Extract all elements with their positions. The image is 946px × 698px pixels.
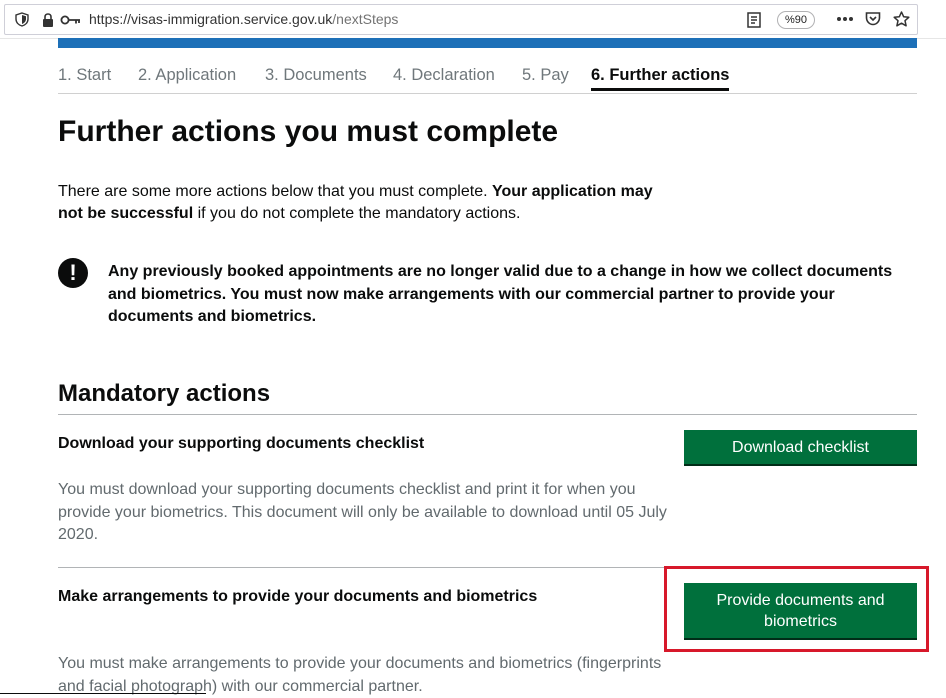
progress-steps: 1. Start 2. Application 3. Documents 4. … [58,64,917,94]
address-bar[interactable]: https://visas-immigration.service.gov.uk… [4,4,918,35]
mandatory-actions-heading: Mandatory actions [58,380,271,407]
pocket-icon[interactable] [862,4,884,33]
intro-text: There are some more actions below that y… [58,183,492,200]
reader-view-icon[interactable] [745,5,763,34]
url-text[interactable]: https://visas-immigration.service.gov.uk… [89,5,398,34]
url-domain: https://visas-immigration.service.gov.uk [89,11,333,27]
star-icon[interactable] [890,4,912,33]
shield-icon[interactable] [13,5,31,34]
url-path: /nextSteps [332,11,399,27]
biometrics-action-title: Make arrangements to provide your docume… [58,588,538,605]
step-documents[interactable]: 3. Documents [265,64,367,86]
warning-text: Any previously booked appointments are n… [108,263,893,325]
checklist-action-description: You must download your supporting docume… [58,481,667,543]
intro-text-end: if you do not complete the mandatory act… [193,205,521,222]
highlight-annotation-box [664,566,929,652]
page-title: Further actions you must complete [58,115,559,148]
more-icon[interactable] [834,4,856,33]
step-start[interactable]: 1. Start [58,64,111,86]
warning-icon: ! [58,258,88,288]
header-blue-band [58,38,917,48]
step-application[interactable]: 2. Application [138,64,236,86]
download-checklist-button[interactable]: Download checklist [684,430,917,464]
step-declaration[interactable]: 4. Declaration [393,64,495,86]
key-icon[interactable] [59,5,83,34]
section-divider [58,414,917,415]
lock-icon[interactable] [41,5,55,34]
zoom-level-badge[interactable]: %90 [777,11,816,29]
browser-toolbar: https://visas-immigration.service.gov.uk… [0,0,946,39]
checklist-action-title: Download your supporting documents check… [58,435,425,452]
step-further-actions: 6. Further actions [591,64,730,91]
bottom-edge-line [0,693,206,694]
step-pay[interactable]: 5. Pay [522,64,569,86]
intro-paragraph: There are some more actions below that y… [58,181,678,225]
biometrics-action-description: You must make arrangements to provide yo… [58,655,662,695]
